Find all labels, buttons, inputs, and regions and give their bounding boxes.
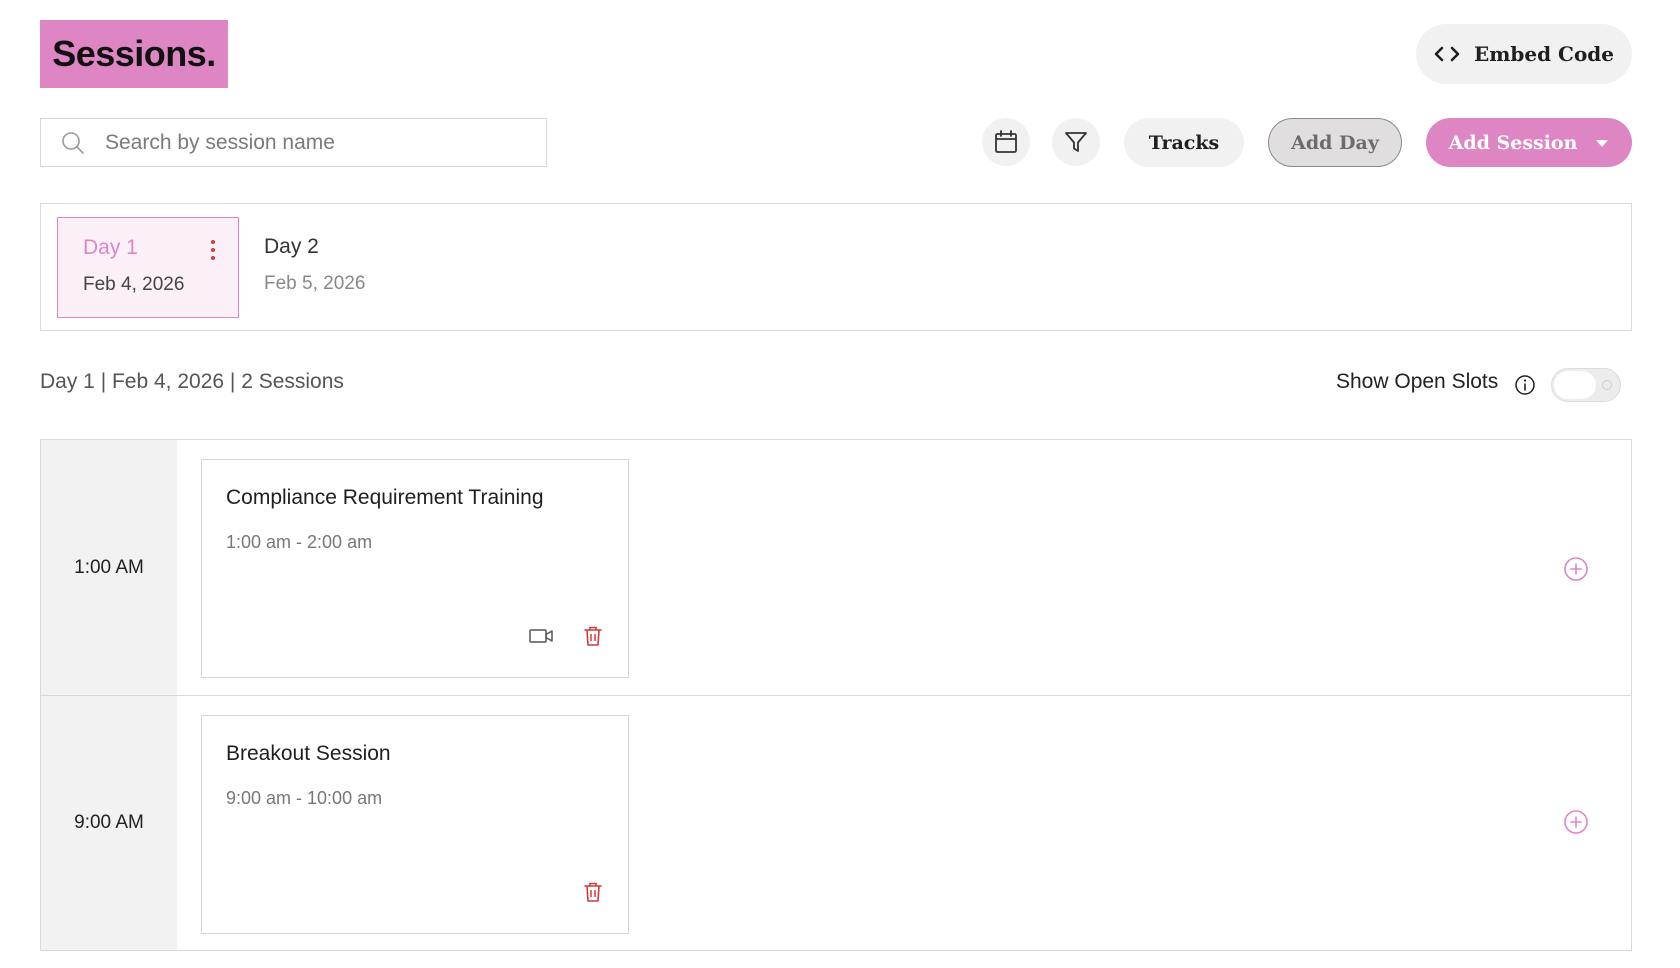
session-time-range: 9:00 am - 10:00 am — [226, 788, 383, 808]
session-card[interactable]: Breakout Session 9:00 am - 10:00 am — [201, 715, 629, 934]
caret-down-icon — [1596, 139, 1609, 147]
trash-icon[interactable] — [582, 625, 604, 647]
time-label: 9:00 AM — [41, 696, 177, 950]
embed-code-button[interactable]: Embed Code — [1416, 24, 1632, 84]
tracks-button[interactable]: Tracks — [1124, 118, 1244, 167]
open-slots-toggle[interactable] — [1551, 368, 1621, 402]
time-label: 1:00 AM — [41, 440, 177, 695]
session-card[interactable]: Compliance Requirement Training 1:00 am … — [201, 459, 629, 678]
toggle-knob — [1554, 371, 1596, 399]
filter-icon — [1065, 132, 1087, 152]
search-input[interactable] — [105, 130, 525, 155]
add-session-label: Add Session — [1448, 131, 1578, 154]
day-tab-date: Feb 4, 2026 — [83, 274, 185, 295]
day-tab-name: Day 2 — [264, 235, 319, 258]
kebab-icon[interactable] — [210, 240, 216, 264]
plus-circle-icon[interactable] — [1563, 809, 1589, 835]
day-tab-2[interactable]: Day 2 Feb 5, 2026 — [239, 217, 421, 318]
calendar-icon — [995, 130, 1017, 153]
page-title: Sessions. — [40, 20, 228, 88]
video-icon[interactable] — [528, 625, 554, 647]
info-icon[interactable] — [1514, 374, 1536, 396]
code-icon — [1434, 46, 1460, 62]
day-summary: Day 1 | Feb 4, 2026 | 2 Sessions — [40, 370, 344, 393]
add-session-button[interactable]: Add Session — [1426, 118, 1632, 167]
plus-circle-icon[interactable] — [1563, 556, 1589, 582]
days-panel: Day 1 Feb 4, 2026 Day 2 Feb 5, 2026 — [40, 203, 1632, 331]
search-icon — [62, 131, 84, 154]
filter-button[interactable] — [1052, 118, 1100, 166]
calendar-button[interactable] — [982, 118, 1030, 166]
embed-code-label: Embed Code — [1473, 42, 1615, 66]
day-tab-1[interactable]: Day 1 Feb 4, 2026 — [57, 217, 239, 318]
time-slot-row: 1:00 AM Compliance Requirement Training … — [41, 440, 1631, 696]
session-title: Breakout Session — [226, 742, 391, 765]
toggle-off-indicator — [1602, 380, 1612, 390]
session-time-range: 1:00 am - 2:00 am — [226, 532, 373, 552]
time-slot-row: 9:00 AM Breakout Session 9:00 am - 10:00… — [41, 696, 1631, 950]
day-tab-date: Feb 5, 2026 — [264, 273, 366, 294]
add-day-button[interactable]: Add Day — [1268, 118, 1402, 167]
search-box — [40, 118, 547, 167]
trash-icon[interactable] — [582, 881, 604, 903]
session-title: Compliance Requirement Training — [226, 486, 544, 509]
show-open-slots-label: Show Open Slots — [1336, 370, 1499, 393]
schedule-grid: 1:00 AM Compliance Requirement Training … — [40, 439, 1632, 951]
day-tab-name: Day 1 — [83, 236, 138, 259]
